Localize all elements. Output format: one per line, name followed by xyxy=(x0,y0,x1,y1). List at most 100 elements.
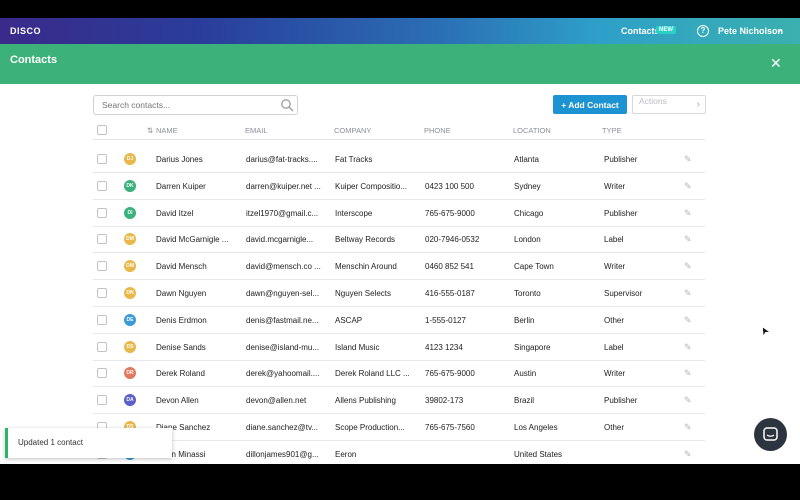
cell-name[interactable]: Derek Roland xyxy=(156,369,205,378)
actions-label: Actions xyxy=(639,96,667,106)
table-row[interactable]: DN Dawn Nguyen dawn@nguyen-sel... Nguyen Se… xyxy=(93,280,705,307)
cell-name[interactable]: Darius Jones xyxy=(156,155,203,164)
cell-name[interactable]: Devon Allen xyxy=(156,396,199,405)
edit-icon[interactable]: ✎ xyxy=(684,395,692,406)
cell-location: Atlanta xyxy=(514,155,539,164)
row-checkbox[interactable] xyxy=(97,234,107,245)
edit-icon[interactable]: ✎ xyxy=(684,315,692,326)
user-menu[interactable]: Pete Nicholson xyxy=(718,26,783,36)
cell-email: dillonjames901@g... xyxy=(246,449,319,459)
avatar: DM xyxy=(124,260,136,273)
column-name[interactable]: Name xyxy=(156,126,178,135)
cell-email: dawn@nguyen-sel... xyxy=(246,289,320,298)
table-row[interactable]: DMDillon Minassidillonjames901@g...Eeron… xyxy=(93,441,705,464)
cell-phone: 416-555-0187 xyxy=(425,289,475,298)
cell-type: Writer xyxy=(604,369,626,379)
row-checkbox[interactable] xyxy=(97,261,107,272)
cell-location: Singapore xyxy=(514,342,551,352)
cell-location: Sydney xyxy=(514,181,541,191)
edit-icon[interactable]: ✎ xyxy=(684,208,692,219)
chat-icon xyxy=(763,427,778,441)
cell-name[interactable]: Darren Kuiper xyxy=(156,182,206,191)
edit-icon[interactable]: ✎ xyxy=(684,181,692,192)
cell-email: derek@yahoomail.... xyxy=(246,369,320,379)
cell-email: denis@fastmail.ne... xyxy=(246,315,319,325)
cell-phone: 765-675-9000 xyxy=(425,369,475,379)
row-checkbox[interactable] xyxy=(97,314,107,325)
disco-logo[interactable]: DISCO xyxy=(10,26,41,36)
table-row[interactable]: DA Devon Allen devon@allen.net Allens Publi… xyxy=(93,387,705,415)
add-contact-button[interactable]: + Add Contact xyxy=(553,95,627,114)
help-icon[interactable]: ? xyxy=(697,25,709,37)
avatar: DJ xyxy=(124,153,136,165)
edit-icon[interactable]: ✎ xyxy=(684,261,692,272)
toast-message: Updated 1 contact xyxy=(18,438,83,447)
top-nav: DISCO Contacts NEW ? Pete Nicholson ⌄ xyxy=(0,18,800,44)
row-checkbox[interactable] xyxy=(97,368,107,379)
search-input[interactable] xyxy=(93,95,298,115)
table-row[interactable]: DS Diane Sanchez diane.sanchez@tv... Scope … xyxy=(93,414,705,441)
table-row[interactable]: DM David Mensch david@mensch.co ... Menschi… xyxy=(93,253,705,281)
row-checkbox[interactable] xyxy=(97,341,107,352)
cell-name[interactable]: Denise Sands xyxy=(156,343,206,352)
table-row[interactable]: DJ Darius Jones darius@fat-tracks.... Fat T… xyxy=(93,146,705,173)
edit-icon[interactable]: ✎ xyxy=(684,368,692,379)
cell-company: ASCAP xyxy=(335,315,363,325)
actions-dropdown[interactable]: Actions › xyxy=(632,95,706,114)
cell-email: darius@fat-tracks.... xyxy=(246,155,318,164)
cell-name[interactable]: David Itzel xyxy=(156,209,193,218)
search-icon[interactable] xyxy=(280,98,294,112)
cell-type: Other xyxy=(604,315,625,325)
cell-email: darren@kuiper.net ... xyxy=(246,181,321,191)
cell-type: Publisher xyxy=(604,208,638,218)
table-row[interactable]: DE Denis Erdmon denis@fastmail.ne... ASCAP 1… xyxy=(93,307,705,334)
chevron-down-icon[interactable]: ⌄ xyxy=(776,25,783,34)
column-company[interactable]: Company xyxy=(334,126,371,135)
sort-icon[interactable]: ⇅ xyxy=(147,126,153,135)
cell-location: Chicago xyxy=(514,208,544,218)
edit-icon[interactable]: ✎ xyxy=(684,342,692,353)
edit-icon[interactable]: ✎ xyxy=(684,154,692,165)
cell-company: Scope Production... xyxy=(335,423,405,432)
cell-name[interactable]: Dawn Nguyen xyxy=(156,289,206,298)
select-all-checkbox[interactable] xyxy=(97,125,107,135)
edit-icon[interactable]: ✎ xyxy=(684,422,692,433)
avatar: DA xyxy=(124,394,136,407)
cell-name[interactable]: Denis Erdmon xyxy=(156,316,207,325)
row-checkbox[interactable] xyxy=(97,154,107,164)
cell-email: devon@allen.net xyxy=(246,396,307,406)
cell-location: Los Angeles xyxy=(514,423,558,432)
row-checkbox[interactable] xyxy=(97,180,107,191)
cell-email: itzel1970@gmail.c... xyxy=(246,208,319,218)
close-icon[interactable]: ✕ xyxy=(770,55,782,72)
edit-icon[interactable]: ✎ xyxy=(684,288,692,299)
avatar: DE xyxy=(124,313,136,326)
column-type[interactable]: Type xyxy=(602,126,622,135)
new-badge: NEW xyxy=(656,26,676,34)
table-row[interactable]: DM David McGarnigle ... david.mcgarnigle..… xyxy=(93,226,705,254)
table-row[interactable]: DR Derek Roland derek@yahoomail.... Derek R… xyxy=(93,360,705,388)
cell-company: Nguyen Selects xyxy=(335,289,392,298)
cell-phone: 0423 100 500 xyxy=(425,181,474,191)
toast-notification: Updated 1 contact xyxy=(5,428,172,458)
table-row[interactable]: DK Darren Kuiper darren@kuiper.net ... Kuip… xyxy=(93,173,705,200)
table-row[interactable]: DS Denise Sands denise@island-mu... Island … xyxy=(93,334,705,361)
row-checkbox[interactable] xyxy=(97,395,107,406)
nav-contacts-link[interactable]: Contacts xyxy=(621,26,660,36)
column-email[interactable]: Email xyxy=(245,126,268,135)
column-phone[interactable]: Phone xyxy=(424,126,451,135)
cell-location: London xyxy=(514,235,541,245)
row-checkbox[interactable] xyxy=(97,288,107,298)
row-checkbox[interactable] xyxy=(97,207,107,218)
edit-icon[interactable]: ✎ xyxy=(684,449,692,460)
cell-type: Publisher xyxy=(604,396,638,406)
table-row[interactable]: DI David Itzel itzel1970@gmail.c... Intersc… xyxy=(93,200,705,227)
cell-company: Beltway Records xyxy=(335,235,396,245)
cell-name[interactable]: David Mensch xyxy=(156,262,207,271)
column-location[interactable]: Location xyxy=(513,126,551,135)
cell-name[interactable]: David McGarnigle ... xyxy=(156,235,228,244)
chevron-right-icon: › xyxy=(696,99,700,110)
chat-launcher[interactable] xyxy=(754,418,787,451)
table-header: ⇅ Name Email Company Phone Location Type xyxy=(93,122,705,140)
edit-icon[interactable]: ✎ xyxy=(684,234,692,245)
